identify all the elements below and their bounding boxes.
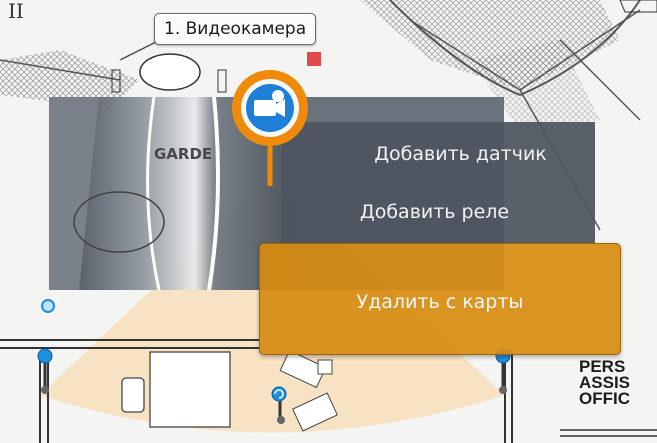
delete-from-map-button[interactable]: Удалить с карты: [259, 243, 621, 355]
camera-map-marker[interactable]: [227, 66, 317, 191]
svg-text:II: II: [8, 0, 24, 23]
camera-tooltip: 1. Видеокамера: [154, 13, 317, 45]
map-view[interactable]: II GARDE Добавить датчик Добавить реле У…: [0, 0, 657, 443]
context-menu: Добавить датчик Добавить реле: [282, 122, 595, 244]
room-label-line: OFFIC: [579, 389, 630, 408]
menu-item-add-relay[interactable]: Добавить реле: [278, 201, 591, 223]
room-label: PERS ASSIS OFFIC: [579, 358, 630, 408]
preview-sign-text: GARDE: [154, 145, 212, 163]
menu-item-add-sensor[interactable]: Добавить датчик: [304, 143, 617, 165]
sensor-pin[interactable]: [41, 299, 55, 313]
